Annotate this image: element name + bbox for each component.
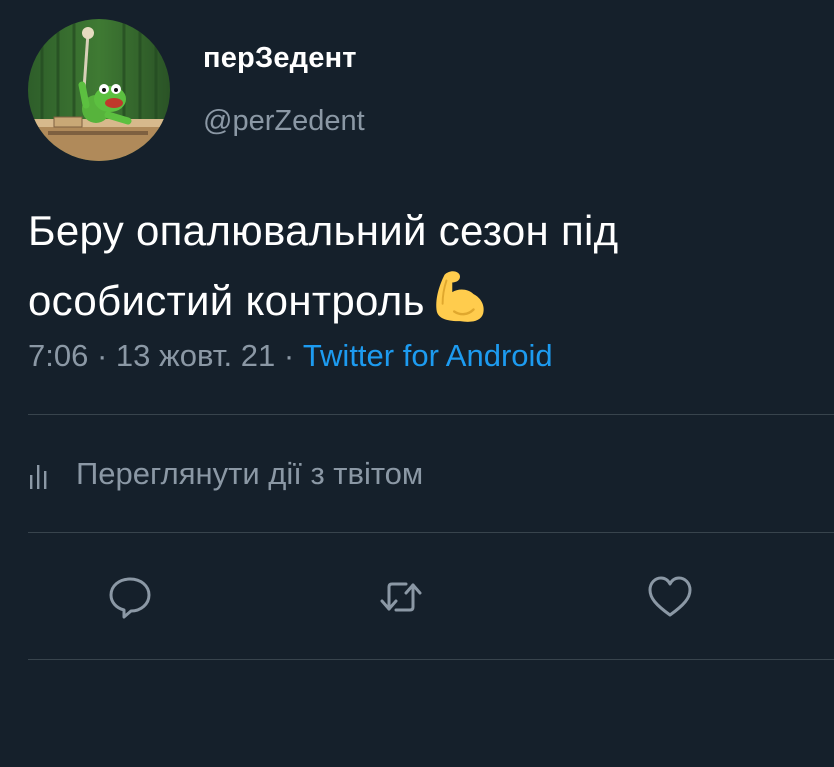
avatar-image <box>28 19 170 161</box>
view-tweet-activity-link[interactable]: Переглянути дії з твітом <box>28 452 423 496</box>
user-handle[interactable]: @perZedent <box>203 105 365 138</box>
view-tweet-activity-label: Переглянути дії з твітом <box>76 456 424 491</box>
tweet-text: Беру опалювальний сезон під особистий ко… <box>28 196 818 336</box>
tweet-text-line-1: Беру опалювальний сезон під <box>28 207 619 254</box>
tweet-text-line-2: особистий контроль <box>28 266 818 336</box>
avatar[interactable] <box>28 19 170 161</box>
divider <box>28 532 834 533</box>
tweet-date: 13 жовт. 21 <box>115 338 276 373</box>
reply-button[interactable] <box>105 572 155 622</box>
flexed-biceps-icon <box>436 271 484 322</box>
divider <box>28 659 834 660</box>
retweet-icon <box>380 582 422 612</box>
like-button[interactable] <box>645 572 695 622</box>
divider <box>28 414 834 415</box>
retweet-button[interactable] <box>376 572 426 622</box>
display-name[interactable]: перЗедент <box>203 42 357 75</box>
tweet-meta: 7:06 · 13 жовт. 21 · Twitter for Android <box>28 338 553 374</box>
reply-icon <box>109 577 151 619</box>
tweet-time: 7:06 <box>28 338 89 373</box>
meta-separator: · <box>88 338 116 373</box>
analytics-icon <box>30 465 47 489</box>
tweet-text-line-2-text: особистий контроль <box>28 277 425 324</box>
tweet-source-link[interactable]: Twitter for Android <box>303 338 553 373</box>
tweet-detail: перЗедент @perZedent Беру опалювальний с… <box>0 0 834 767</box>
heart-icon <box>648 576 692 617</box>
meta-separator: · <box>275 338 303 373</box>
